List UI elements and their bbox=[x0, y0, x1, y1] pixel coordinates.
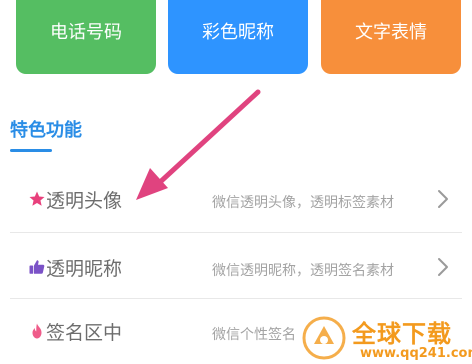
phone-number-label: 电话号码 bbox=[50, 22, 122, 43]
section-title: 特色功能 bbox=[10, 120, 82, 141]
watermark-url: www.qq241.com bbox=[360, 346, 472, 361]
thumbs-up-icon bbox=[29, 260, 45, 274]
watermark-logo-icon bbox=[302, 316, 346, 360]
color-nickname-label: 彩色昵称 bbox=[202, 22, 274, 43]
divider bbox=[10, 232, 462, 233]
text-emoji-tile[interactable]: 文字表情 bbox=[321, 0, 461, 74]
text-emoji-label: 文字表情 bbox=[355, 22, 427, 43]
flame-icon bbox=[32, 323, 42, 339]
feature-title: 透明昵称 bbox=[46, 258, 123, 280]
watermark-brand: 全球下载 bbox=[352, 320, 452, 348]
feature-row-transparent-nickname[interactable]: 透明昵称 微信透明昵称，透明签名素材 bbox=[0, 238, 472, 298]
feature-description: 微信个性签名 bbox=[212, 327, 296, 343]
color-nickname-tile[interactable]: 彩色昵称 bbox=[168, 0, 308, 74]
chevron-right-icon bbox=[438, 190, 448, 208]
feature-row-transparent-avatar[interactable]: 透明头像 微信透明头像，透明标签素材 bbox=[0, 170, 472, 230]
feature-description: 微信透明头像，透明标签素材 bbox=[212, 195, 394, 211]
section-underline bbox=[10, 149, 52, 152]
feature-title: 透明头像 bbox=[46, 190, 123, 212]
phone-number-tile[interactable]: 电话号码 bbox=[16, 0, 156, 74]
star-icon bbox=[29, 191, 45, 206]
watermark: 全球下载 www.qq241.com bbox=[300, 308, 472, 364]
feature-description: 微信透明昵称，透明签名素材 bbox=[212, 263, 394, 279]
divider bbox=[10, 298, 462, 299]
chevron-right-icon bbox=[438, 258, 448, 276]
feature-title: 签名区中 bbox=[46, 322, 123, 344]
